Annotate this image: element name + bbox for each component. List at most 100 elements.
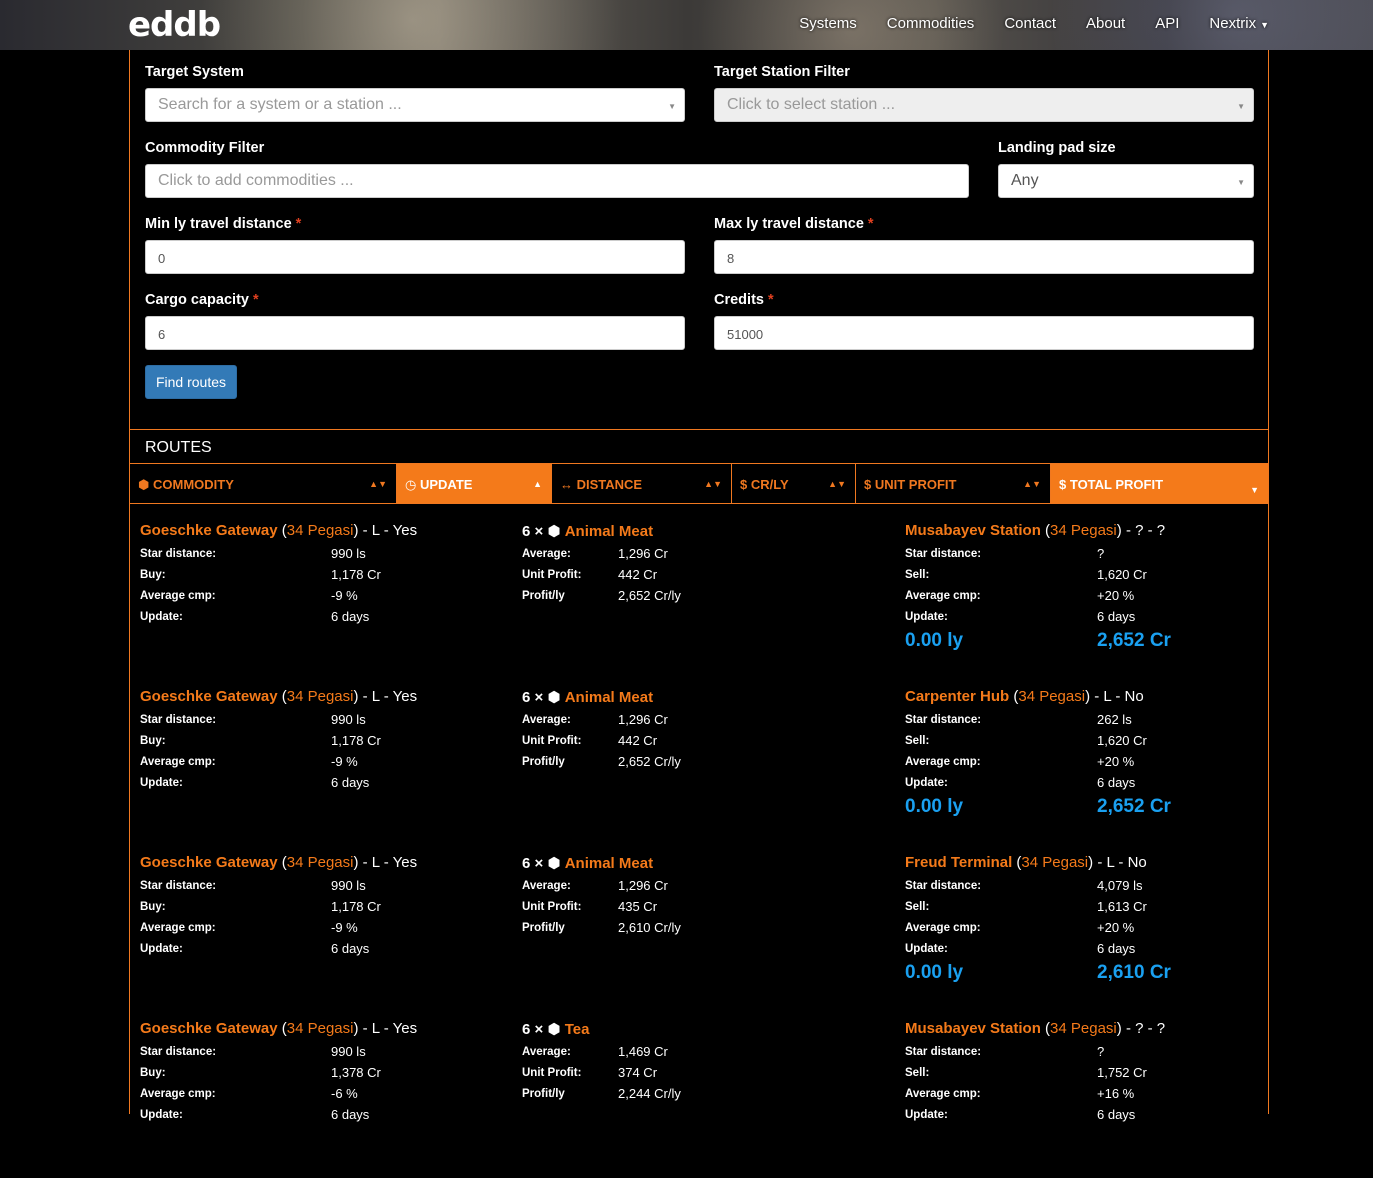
nav-user-menu[interactable]: Nextrix ▼ (1209, 15, 1269, 32)
nav-api[interactable]: API (1155, 15, 1179, 32)
route-detail-row: Sell: 1,620 Cr (905, 733, 1285, 754)
destination-suffix: - ? - ? (1125, 1020, 1166, 1037)
detail-value: ? (1097, 1044, 1105, 1059)
detail-value: 990 ls (331, 1044, 366, 1059)
sort-unit-profit[interactable]: $ UNIT PROFIT ▲▼ (856, 464, 1051, 503)
commodity-qty: 6 × (522, 689, 544, 706)
destination-station-link[interactable]: Freud Terminal (905, 854, 1012, 871)
detail-key: Update: (140, 777, 183, 789)
source-system-link[interactable]: 34 Pegasi (287, 854, 354, 871)
detail-value: 1,378 Cr (331, 1065, 381, 1080)
min-ly-label-text: Min ly travel distance (145, 216, 292, 232)
destination-title: Freud Terminal (34 Pegasi) - L - No (905, 854, 1147, 871)
credits-input[interactable]: 51000 (714, 316, 1254, 350)
commodity-link[interactable]: Animal Meat (565, 689, 653, 706)
source-station-link[interactable]: Goeschke Gateway (140, 688, 278, 705)
route-commodity: 6 × ⬢ Tea Average: 1,469 Cr Unit Profit: 3… (522, 1012, 902, 1101)
target-system-placeholder: Search for a system or a station ... (158, 96, 402, 113)
route-source: Goeschke Gateway (34 Pegasi) - L - Yes S… (140, 680, 520, 790)
destination-system-link[interactable]: 34 Pegasi (1050, 1020, 1117, 1037)
route-detail-row: Average cmp: -9 % (140, 754, 520, 775)
nav-commodities[interactable]: Commodities (887, 15, 975, 32)
sort-asc-icon: ▲ (533, 479, 542, 489)
detail-value: 1,620 Cr (1097, 733, 1147, 748)
required-mark: * (252, 292, 259, 308)
sort-commodity-label: COMMODITY (152, 477, 234, 492)
route-item: Goeschke Gateway (34 Pegasi) - L - Yes S… (130, 846, 1268, 1012)
clock-icon: ◷ (405, 477, 417, 492)
route-detail-row: Average cmp: +20 % (905, 754, 1285, 775)
commodity-link[interactable]: Animal Meat (565, 855, 653, 872)
destination-system-link[interactable]: 34 Pegasi (1021, 854, 1088, 871)
credits-label-text: Credits (714, 292, 764, 308)
sort-cr-ly[interactable]: $ CR/LY ▲▼ (732, 464, 856, 503)
dollar-icon: $ (1059, 477, 1067, 492)
nav-user-label: Nextrix (1209, 15, 1257, 32)
source-station-link[interactable]: Goeschke Gateway (140, 522, 278, 539)
source-system-link[interactable]: 34 Pegasi (287, 522, 354, 539)
arrows-icon: ↔ (560, 477, 573, 492)
detail-value: 6 days (331, 941, 370, 956)
sort-distance[interactable]: ↔ DISTANCE ▲▼ (552, 464, 732, 503)
source-station-link[interactable]: Goeschke Gateway (140, 1020, 278, 1037)
cargo-value: 6 (158, 327, 166, 342)
destination-system-link[interactable]: 34 Pegasi (1018, 688, 1085, 705)
detail-value: 262 ls (1097, 712, 1132, 727)
route-finder-panel: Target System Search for a system or a s… (129, 50, 1269, 1122)
commodity-filter-input[interactable]: Click to add commodities ... (145, 164, 969, 198)
destination-station-link[interactable]: Carpenter Hub (905, 688, 1009, 705)
route-item: Goeschke Gateway (34 Pegasi) - L - Yes S… (130, 514, 1268, 680)
route-detail-row: Update: 6 days (140, 941, 520, 962)
sort-total-profit[interactable]: $ TOTAL PROFIT ▼ (1051, 464, 1268, 503)
detail-value: 6 days (331, 1107, 370, 1122)
landing-pad-select[interactable]: Any ▼ (998, 164, 1254, 198)
dollar-icon: $ (864, 477, 872, 492)
detail-value: 990 ls (331, 878, 366, 893)
route-detail-row: Update: 6 days (140, 609, 520, 630)
nav-contact[interactable]: Contact (1004, 15, 1056, 32)
eddb-logo[interactable]: eddb (128, 8, 221, 42)
landing-pad-value: Any (1011, 172, 1039, 189)
sort-update-label: UPDATE (419, 477, 473, 492)
route-detail-row: Profit/ly 2,244 Cr/ly (522, 1086, 902, 1107)
source-system-link[interactable]: 34 Pegasi (287, 1020, 354, 1037)
target-station-select[interactable]: Click to select station ... ▼ (714, 88, 1254, 122)
commodity-link[interactable]: Animal Meat (565, 523, 653, 540)
source-title: Goeschke Gateway (34 Pegasi) - L - Yes (140, 522, 418, 539)
route-detail-row: Average: 1,296 Cr (522, 712, 902, 733)
sort-commodity[interactable]: ⬢ COMMODITY ▲▼ (130, 464, 397, 503)
detail-key: Profit/ly (522, 922, 565, 934)
detail-key: Buy: (140, 735, 166, 747)
nav-systems[interactable]: Systems (799, 15, 857, 32)
route-detail-row: Unit Profit: 442 Cr (522, 733, 902, 754)
route-detail-row: Profit/ly 2,652 Cr/ly (522, 754, 902, 775)
detail-key: Unit Profit: (522, 735, 582, 747)
detail-key: Profit/ly (522, 590, 565, 602)
detail-value: 374 Cr (618, 1065, 658, 1080)
dollar-icon: $ (740, 477, 748, 492)
route-detail-row: Profit/ly 2,610 Cr/ly (522, 920, 902, 941)
source-suffix: - L - Yes (362, 1020, 418, 1037)
target-system-select[interactable]: Search for a system or a station ... ▼ (145, 88, 685, 122)
cargo-input[interactable]: 6 (145, 316, 685, 350)
detail-value: 1,620 Cr (1097, 567, 1147, 582)
max-ly-input[interactable]: 8 (714, 240, 1254, 274)
min-ly-input[interactable]: 0 (145, 240, 685, 274)
detail-value: +20 % (1097, 754, 1135, 769)
destination-station-link[interactable]: Musabayev Station (905, 1020, 1041, 1037)
cube-icon: ⬢ (138, 477, 150, 492)
commodity-link[interactable]: Tea (565, 1021, 590, 1038)
detail-key: Star distance: (140, 548, 217, 560)
sort-update[interactable]: ◷ UPDATE ▲ (397, 464, 552, 503)
destination-station-link[interactable]: Musabayev Station (905, 522, 1041, 539)
detail-key: Average cmp: (905, 1088, 981, 1100)
commodity-title: 6 × ⬢ Tea (522, 1012, 902, 1044)
source-system-link[interactable]: 34 Pegasi (287, 688, 354, 705)
sort-icon: ▲▼ (704, 479, 722, 489)
nav-about[interactable]: About (1086, 15, 1125, 32)
detail-value: 4,079 ls (1097, 878, 1143, 893)
route-detail-row: Unit Profit: 435 Cr (522, 899, 902, 920)
find-routes-button[interactable]: Find routes (145, 365, 237, 399)
destination-system-link[interactable]: 34 Pegasi (1050, 522, 1117, 539)
source-station-link[interactable]: Goeschke Gateway (140, 854, 278, 871)
